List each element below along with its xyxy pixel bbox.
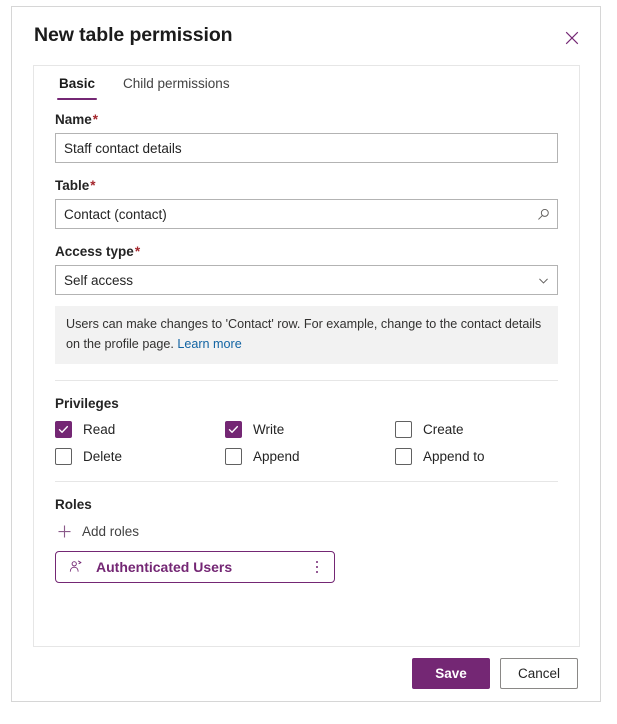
search-icon[interactable] [529,207,557,222]
checkbox-read-label: Read [83,422,116,438]
divider-roles [55,481,558,483]
page-title: New table permission [34,23,233,46]
name-input[interactable] [56,134,557,162]
access-type-value: Self access [64,272,134,288]
table-label: Table* [55,178,558,193]
access-type-info-text: Users can make changes to 'Contact' row.… [66,317,542,351]
checkbox-delete[interactable]: Delete [55,448,225,466]
role-chip-authenticated-users[interactable]: Authenticated Users [55,551,335,584]
checkbox-write-label: Write [253,422,285,438]
cancel-button[interactable]: Cancel [500,657,578,689]
save-button[interactable]: Save [412,657,490,689]
new-table-permission-dialog: New table permission Basic Child permiss… [11,6,601,702]
checkbox-read[interactable]: Read [55,421,225,439]
plus-icon [55,522,73,540]
name-required-marker: * [92,112,99,127]
field-access-type: Access type* Self access [55,244,558,295]
add-roles-button[interactable]: Add roles [55,522,139,540]
privileges-title: Privileges [55,396,119,412]
checkbox-create[interactable]: Create [395,421,558,439]
roles-title: Roles [55,497,92,513]
add-roles-label: Add roles [82,523,140,539]
checkbox-delete-label: Delete [83,449,123,465]
checkbox-delete-box [55,448,72,466]
role-chip-label: Authenticated Users [96,559,233,576]
access-type-select[interactable]: Self access [55,265,558,295]
access-type-info: Users can make changes to 'Contact' row.… [55,306,558,365]
person-role-icon [67,558,85,576]
divider-privileges [55,380,558,382]
checkbox-append-label: Append [253,449,300,465]
checkbox-append-to-box [395,448,412,466]
checkbox-create-label: Create [423,422,464,438]
table-input-wrapper [55,199,558,229]
dialog-header: New table permission [12,7,600,63]
more-vertical-icon[interactable] [306,555,328,579]
field-table: Table* [55,178,558,229]
form-panel: Basic Child permissions Name* Table* [33,65,580,647]
checkbox-write-box [225,421,242,439]
name-input-wrapper [55,133,558,163]
field-name: Name* [55,112,558,163]
table-required-marker: * [90,178,96,193]
privileges-grid: Read Write Create Delete Append Append t… [55,421,558,466]
checkbox-read-box [55,421,72,439]
chevron-down-icon [529,274,557,287]
tab-basic[interactable]: Basic [55,76,99,100]
close-icon[interactable] [557,23,587,53]
form-body: Name* Table* [34,100,579,584]
checkbox-append-box [225,448,242,466]
tab-child-permissions[interactable]: Child permissions [119,76,234,100]
access-type-required-marker: * [134,244,141,259]
access-type-label: Access type* [55,244,558,259]
name-label: Name* [55,112,558,127]
checkbox-append[interactable]: Append [225,448,395,466]
dialog-footer: Save Cancel [12,645,600,701]
checkbox-write[interactable]: Write [225,421,395,439]
name-label-text: Name [55,112,92,127]
access-type-label-text: Access type [55,244,134,259]
table-label-text: Table [55,178,90,193]
learn-more-link[interactable]: Learn more [177,337,241,351]
tab-list: Basic Child permissions [34,66,579,100]
table-input[interactable] [56,200,529,228]
checkbox-append-to-label: Append to [423,449,485,465]
checkbox-create-box [395,421,412,439]
checkbox-append-to[interactable]: Append to [395,448,558,466]
